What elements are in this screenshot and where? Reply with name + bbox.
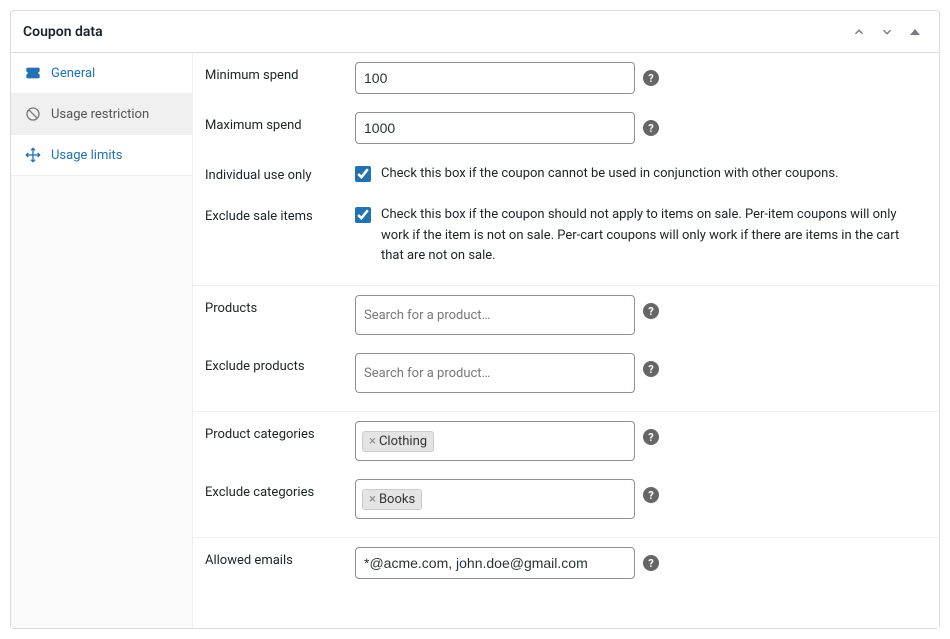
options-group-products: Products Search for a product… ? Exclude… [193,286,939,412]
exclude-products-select[interactable]: Search for a product… [355,353,635,393]
ban-icon [25,106,41,122]
allowed-emails-label: Allowed emails [205,547,355,568]
metabox-handle-actions [847,20,927,44]
individual-use-label: Individual use only [205,162,355,183]
products-select[interactable]: Search for a product… [355,295,635,335]
products-placeholder: Search for a product… [362,304,492,327]
help-icon[interactable]: ? [643,70,659,86]
exclude-sale-label: Exclude sale items [205,203,355,224]
field-exclude-products: Exclude products Search for a product… ? [193,344,939,402]
individual-use-checkbox[interactable] [355,166,371,182]
vertical-tabs: General Usage restriction Usage limits [11,53,193,628]
maximum-spend-input[interactable] [355,112,635,144]
tag-books: × Books [362,489,422,510]
remove-tag-icon[interactable]: × [369,492,376,507]
field-products: Products Search for a product… ? [193,286,939,344]
exclude-sale-desc: Check this box if the coupon should not … [381,205,919,267]
tab-usage-limits-label: Usage limits [51,148,122,163]
field-exclude-categories: Exclude categories × Books ? [193,470,939,528]
minimum-spend-input[interactable] [355,62,635,94]
tab-general-label: General [51,66,95,81]
move-icon [25,147,41,163]
exclude-sale-checkbox[interactable] [355,207,371,223]
maximum-spend-label: Maximum spend [205,112,355,133]
tab-usage-restriction[interactable]: Usage restriction [11,94,192,135]
product-categories-select[interactable]: × Clothing [355,421,635,461]
help-icon[interactable]: ? [643,555,659,571]
products-label: Products [205,295,355,316]
product-categories-label: Product categories [205,421,355,442]
help-icon[interactable]: ? [643,429,659,445]
exclude-categories-select[interactable]: × Books [355,479,635,519]
tab-usage-restriction-label: Usage restriction [51,107,149,122]
tab-usage-limits[interactable]: Usage limits [11,135,192,176]
metabox-title: Coupon data [23,24,103,40]
remove-tag-icon[interactable]: × [369,434,376,449]
metabox-header: Coupon data [11,11,939,53]
toggle-panel-button[interactable] [903,20,927,44]
allowed-emails-input[interactable] [355,547,635,579]
tag-label: Books [379,492,415,507]
move-down-button[interactable] [875,20,899,44]
tag-clothing: × Clothing [362,431,434,452]
exclude-products-placeholder: Search for a product… [362,362,492,385]
help-icon[interactable]: ? [643,487,659,503]
ticket-icon [25,65,41,81]
field-allowed-emails: Allowed emails ? [193,538,939,588]
tag-label: Clothing [379,434,427,449]
field-minimum-spend: Minimum spend ? [193,53,939,103]
exclude-categories-label: Exclude categories [205,479,355,500]
options-group-categories: Product categories × Clothing ? Exclude … [193,412,939,538]
coupon-data-metabox: Coupon data [10,10,940,629]
usage-restriction-panel: Minimum spend ? Maximum spend ? Individu… [193,53,939,628]
help-icon[interactable]: ? [643,303,659,319]
exclude-products-label: Exclude products [205,353,355,374]
individual-use-desc: Check this box if the coupon cannot be u… [381,164,839,185]
chevron-down-icon [880,25,894,39]
field-product-categories: Product categories × Clothing ? [193,412,939,470]
help-icon[interactable]: ? [643,120,659,136]
panel-wrap: General Usage restriction Usage limits M… [11,53,939,628]
triangle-up-icon [909,26,921,38]
minimum-spend-label: Minimum spend [205,62,355,83]
move-up-button[interactable] [847,20,871,44]
field-exclude-sale: Exclude sale items Check this box if the… [193,194,939,276]
chevron-up-icon [852,25,866,39]
field-maximum-spend: Maximum spend ? [193,103,939,153]
options-group-emails: Allowed emails ? [193,538,939,597]
tab-general[interactable]: General [11,53,192,94]
field-individual-use: Individual use only Check this box if th… [193,153,939,194]
options-group-general: Minimum spend ? Maximum spend ? Individu… [193,53,939,286]
help-icon[interactable]: ? [643,361,659,377]
